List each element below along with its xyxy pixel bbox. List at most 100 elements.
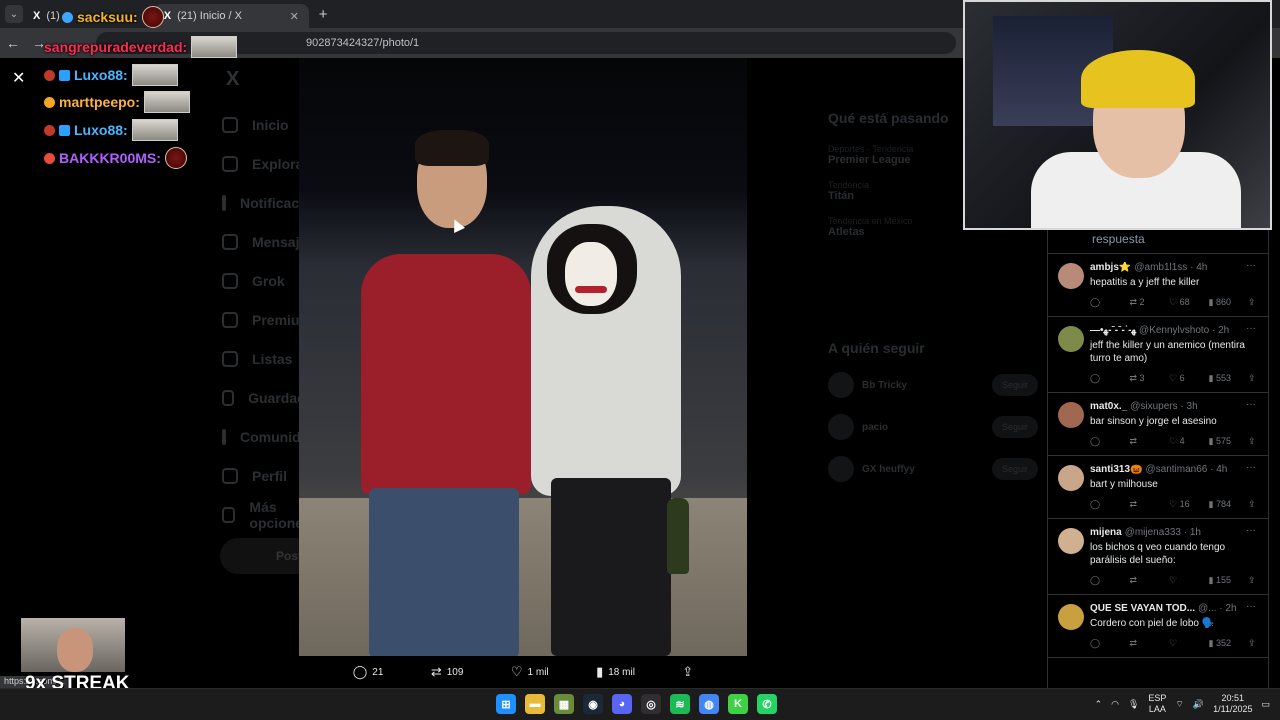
share-icon[interactable]: ⇪ <box>1248 575 1260 586</box>
reply-icon[interactable]: ◯ <box>1090 499 1130 510</box>
mic-icon[interactable]: 🎙 <box>1128 699 1139 710</box>
x-icon <box>222 311 238 328</box>
spotify-icon[interactable]: ≋ <box>670 694 690 714</box>
minecraft-icon[interactable]: ▦ <box>554 694 574 714</box>
reply-item[interactable]: ambjs⭐ @amb1l1ss · 4h ··· hepatitis a y j… <box>1048 254 1268 317</box>
follow-button[interactable]: Seguir <box>991 458 1038 480</box>
chrome-icon[interactable]: ◍ <box>699 694 719 714</box>
views-action[interactable]: ▮ 860 <box>1209 297 1249 308</box>
like-action[interactable]: ♡ <box>1169 575 1209 586</box>
repost-count: 2 <box>1139 297 1145 307</box>
views-action[interactable]: ▮ 155 <box>1209 575 1249 586</box>
tab-close-icon[interactable]: ✕ <box>290 10 299 23</box>
like-action[interactable]: ♡ 6 <box>1169 373 1209 384</box>
reply-icon[interactable]: ◯ <box>1090 638 1130 649</box>
follow-suggestion[interactable]: Bb Tricky Seguir <box>828 370 1038 400</box>
like-action[interactable]: ♡ 16 <box>1169 499 1209 510</box>
whatsapp-icon[interactable]: ✆ <box>757 694 777 714</box>
share-icon[interactable]: ⇪ <box>1248 297 1260 308</box>
close-photo-icon[interactable]: ✕ <box>12 68 25 88</box>
views-button[interactable]: ▮ 18 mil <box>596 664 635 680</box>
views-action[interactable]: ▮ 553 <box>1209 373 1249 384</box>
obs-icon[interactable]: ◎ <box>641 694 661 714</box>
more-options-icon[interactable]: ··· <box>1246 399 1256 410</box>
like-action[interactable]: ♡ <box>1169 638 1209 649</box>
like-button[interactable]: ♡ 1 mil <box>511 664 549 680</box>
avatar[interactable] <box>1058 465 1084 491</box>
reply-item[interactable]: mijena @mijena333 · 1h ··· los bichos q v… <box>1048 519 1268 595</box>
share-icon[interactable]: ⇪ <box>1248 373 1260 384</box>
repost-button[interactable]: ⇄ 109 <box>431 664 464 680</box>
reply-author[interactable]: santi313🎃 <box>1090 464 1142 475</box>
more-options-icon[interactable]: ··· <box>1246 260 1256 271</box>
follow-button[interactable]: Seguir <box>991 416 1038 438</box>
reply-item[interactable]: santi313🎃 @santiman66 · 4h ··· bart y mil… <box>1048 456 1268 519</box>
avatar[interactable] <box>1058 528 1084 554</box>
avatar[interactable] <box>1058 326 1084 352</box>
views-action[interactable]: ▮ 352 <box>1209 638 1249 649</box>
avatar[interactable] <box>1058 604 1084 630</box>
reply-author[interactable]: ambjs⭐ <box>1090 262 1131 273</box>
share-icon[interactable]: ⇪ <box>1248 638 1260 649</box>
follow-suggestion[interactable]: GX heuffyy Seguir <box>828 454 1038 484</box>
avatar[interactable] <box>1058 263 1084 289</box>
webcam-hat <box>1081 50 1195 108</box>
kick-icon[interactable]: K <box>728 694 748 714</box>
reply-item[interactable]: mat0x._ @sixupers · 3h ··· bar sinson y j… <box>1048 393 1268 456</box>
reply-author[interactable]: mat0x._ <box>1090 401 1127 412</box>
follow-suggestion[interactable]: pacio Seguir <box>828 412 1038 442</box>
repost-action[interactable]: ⇄ <box>1130 436 1170 447</box>
reply-icon[interactable]: ◯ <box>1090 373 1130 384</box>
like-action[interactable]: ♡ 4 <box>1169 436 1209 447</box>
start-icon[interactable]: ⊞ <box>496 694 516 714</box>
avatar[interactable] <box>1058 402 1084 428</box>
steam-icon[interactable]: ◉ <box>583 694 603 714</box>
people-icon <box>222 428 226 445</box>
new-tab-button[interactable]: + <box>319 6 328 23</box>
share-icon[interactable]: ⇪ <box>1248 499 1260 510</box>
reply-handle: @... · 2h <box>1198 603 1237 614</box>
repost-action[interactable]: ⇄ <box>1130 575 1170 586</box>
repost-action[interactable]: ⇄ <box>1130 638 1170 649</box>
post-photo[interactable] <box>299 58 747 656</box>
sidebar-label: Inicio <box>252 116 289 133</box>
repost-action[interactable]: ⇄ 2 <box>1130 297 1170 308</box>
follow-button[interactable]: Seguir <box>991 374 1038 396</box>
chat-username: marttpeepo: <box>59 94 140 110</box>
like-count: 4 <box>1179 436 1185 446</box>
reply-icon[interactable]: ◯ <box>1090 297 1130 308</box>
views-action[interactable]: ▮ 784 <box>1209 499 1249 510</box>
volume-icon[interactable]: 🔊 <box>1193 699 1204 710</box>
reply-item[interactable]: QUE SE VAYAN TOD... @... · 2h ··· Cordero… <box>1048 595 1268 658</box>
more-options-icon[interactable]: ··· <box>1246 323 1256 334</box>
reply-text: jeff the killer y un anemico (mentira tu… <box>1090 340 1245 364</box>
repost-action[interactable]: ⇄ <box>1130 499 1170 510</box>
reply-author[interactable]: QUE SE VAYAN TOD... <box>1090 603 1195 614</box>
reply-icon[interactable]: ◯ <box>1090 436 1130 447</box>
like-action[interactable]: ♡ 68 <box>1169 297 1209 308</box>
share-button[interactable]: ⇪ <box>682 664 693 680</box>
share-icon[interactable]: ⇪ <box>1248 436 1260 447</box>
language-indicator[interactable]: ESP LAA <box>1148 693 1166 715</box>
reply-button[interactable]: ◯ 21 <box>353 664 384 680</box>
files-icon[interactable]: ▬ <box>525 694 545 714</box>
repost-action[interactable]: ⇄ 3 <box>1130 373 1170 384</box>
notification-icon[interactable]: ▭ <box>1261 699 1270 710</box>
more-options-icon[interactable]: ··· <box>1246 525 1256 536</box>
reply-author[interactable]: —•ﻬ-˙-ˉ-ˉ-ﻬ <box>1090 325 1136 336</box>
views-action[interactable]: ▮ 575 <box>1209 436 1249 447</box>
tab-search-button[interactable]: ⌄ <box>5 5 23 23</box>
wifi-icon[interactable]: ⌔ <box>1175 699 1183 710</box>
reply-author[interactable]: mijena <box>1090 527 1122 538</box>
discord-icon[interactable]: ◕ <box>612 694 632 714</box>
reply-icon[interactable]: ◯ <box>1090 575 1130 586</box>
reply-item[interactable]: —•ﻬ-˙-ˉ-ˉ-ﻬ @Kennylvshoto · 2h ··· jeff t… <box>1048 317 1268 393</box>
back-arrow-icon[interactable]: ← <box>0 35 26 51</box>
badge-icon <box>59 69 70 81</box>
more-options-icon[interactable]: ··· <box>1246 462 1256 473</box>
network-icon[interactable]: ◠ <box>1111 699 1119 710</box>
more-options-icon[interactable]: ··· <box>1246 601 1256 612</box>
tab-active[interactable]: X (21) Inicio / X ✕ <box>153 4 309 28</box>
clock[interactable]: 20:51 1/11/2025 <box>1213 693 1252 715</box>
chevron-up-icon[interactable]: ⌃ <box>1095 699 1103 710</box>
